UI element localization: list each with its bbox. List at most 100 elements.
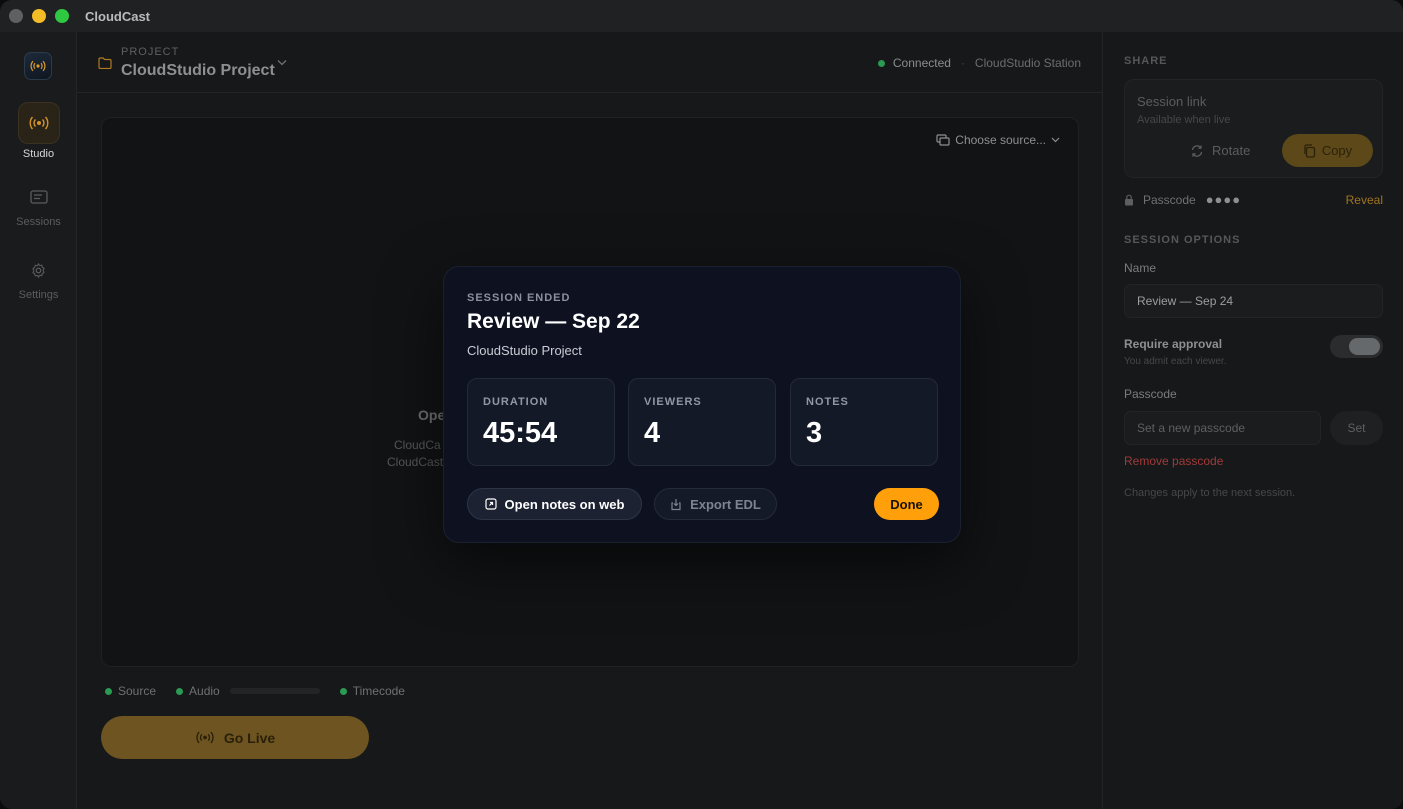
copy-icon: [1304, 143, 1315, 158]
sidebar-item-settings[interactable]: Settings: [0, 255, 77, 301]
sidebar-item-sessions[interactable]: Sessions: [0, 182, 77, 228]
app-title: CloudCast: [85, 9, 150, 24]
status-indicators: Source Audio Timecode: [105, 684, 405, 698]
require-approval-subtitle: You admit each viewer.: [1124, 356, 1227, 367]
status-dot: [176, 687, 184, 695]
separator: ·: [960, 56, 965, 70]
chevron-down-icon: [1051, 137, 1060, 143]
rotate-label: Rotate: [1212, 143, 1251, 158]
session-link-title: Session link: [1137, 94, 1207, 109]
sidebar-item-label: Settings: [18, 289, 59, 301]
passcode-label: Passcode: [1143, 192, 1196, 207]
export-edl-label: Export EDL: [690, 496, 761, 512]
app-logo: [24, 52, 52, 80]
chevron-down-icon[interactable]: [277, 59, 287, 66]
duration-stat-card: DURATION 45:54: [467, 378, 615, 466]
require-approval-title: Require approval: [1124, 337, 1223, 351]
set-passcode-button[interactable]: Set: [1330, 411, 1383, 445]
done-label: Done: [890, 496, 923, 512]
project-eyebrow: PROJECT: [121, 46, 180, 58]
open-notes-on-web-button[interactable]: Open notes on web: [467, 488, 642, 520]
notes-stat-card: NOTES 3: [790, 378, 938, 466]
passcode-placeholder: Set a new passcode: [1137, 421, 1246, 435]
done-button[interactable]: Done: [874, 488, 939, 520]
title-bar: CloudCast: [0, 0, 1403, 32]
session-name-value: Review — Sep 24: [1137, 294, 1234, 308]
broadcast-logo-icon: [30, 60, 46, 72]
lock-icon: [1125, 194, 1133, 205]
sidebar: Studio Sessions Settings: [0, 32, 77, 809]
preview-empty-line: CloudCast: [387, 455, 444, 469]
remove-passcode-link[interactable]: Remove passcode: [1124, 454, 1223, 468]
set-label: Set: [1347, 421, 1366, 435]
session-name-input[interactable]: Review — Sep 24: [1124, 284, 1383, 318]
external-link-icon: [484, 498, 497, 510]
sidebar-item-studio[interactable]: Studio: [0, 102, 77, 160]
passcode-mask: ●●●●: [1205, 192, 1242, 207]
timecode-indicator: Timecode: [339, 684, 405, 698]
connection-status: Connected · CloudStudio Station: [877, 56, 1081, 70]
project-selector[interactable]: CloudStudio Project: [121, 62, 275, 80]
stat-value: 45:54: [483, 417, 558, 449]
stat-value: 3: [806, 417, 823, 449]
source-indicator: Source: [105, 684, 156, 698]
passcode-row: Passcode ●●●● Reveal: [1124, 192, 1383, 207]
preview-empty-title: Ope: [418, 407, 446, 423]
choose-source-button[interactable]: Choose source...: [936, 133, 1060, 147]
dialog-subtitle: CloudStudio Project: [467, 343, 582, 358]
preview-empty-line: CloudCa: [394, 438, 441, 452]
stat-value: 4: [644, 417, 661, 449]
session-ended-dialog: SESSION ENDED Review — Sep 22 CloudStudi…: [443, 266, 961, 543]
changes-note: Changes apply to the next session.: [1124, 487, 1296, 499]
sidebar-item-label: Sessions: [16, 216, 61, 228]
require-approval-toggle[interactable]: [1330, 335, 1383, 358]
status-dot: [339, 687, 347, 695]
stat-label: VIEWERS: [644, 396, 702, 408]
connected-dot: [877, 59, 885, 67]
open-notes-label: Open notes on web: [504, 496, 625, 512]
rotate-button[interactable]: Rotate: [1190, 143, 1250, 158]
project-header: PROJECT CloudStudio Project Connected · …: [77, 32, 1102, 93]
right-panel: SHARE Session link Available when live R…: [1102, 32, 1403, 809]
sessions-icon: [29, 190, 48, 204]
gear-icon: [32, 262, 45, 278]
dialog-eyebrow: SESSION ENDED: [467, 292, 571, 304]
copy-button[interactable]: Copy: [1282, 134, 1373, 167]
windows-icon: [936, 134, 950, 146]
timecode-label: Timecode: [352, 684, 405, 698]
name-label: Name: [1124, 261, 1157, 275]
maximize-window-button[interactable]: [55, 9, 69, 23]
stat-label: NOTES: [806, 396, 849, 408]
go-live-label: Go Live: [223, 729, 276, 746]
connection-status-text: Connected: [892, 56, 951, 70]
refresh-icon: [1191, 144, 1203, 157]
choose-source-label: Choose source...: [955, 133, 1046, 147]
export-edl-button[interactable]: Export EDL: [654, 488, 777, 520]
source-label: Source: [118, 684, 157, 698]
reveal-link[interactable]: Reveal: [1346, 193, 1383, 207]
share-section-title: SHARE: [1124, 55, 1168, 67]
broadcast-icon: [29, 116, 48, 130]
passcode-field-label: Passcode: [1124, 387, 1177, 401]
folder-icon: [98, 57, 112, 69]
session-link-card: Session link Available when live Rotate …: [1124, 79, 1383, 178]
sidebar-item-label: Studio: [22, 148, 55, 160]
broadcast-icon: [196, 731, 214, 744]
close-window-button[interactable]: [9, 9, 23, 23]
minimize-window-button[interactable]: [32, 9, 46, 23]
toggle-knob: [1349, 338, 1380, 355]
new-passcode-input[interactable]: Set a new passcode: [1124, 411, 1321, 445]
app-window: CloudCast Studio Sessions Settings PROJE…: [0, 0, 1403, 809]
stat-label: DURATION: [483, 396, 549, 408]
go-live-button[interactable]: Go Live: [101, 716, 369, 759]
station-name: CloudStudio Station: [974, 56, 1081, 70]
audio-label: Audio: [189, 684, 220, 698]
export-icon: [671, 498, 681, 510]
session-options-title: SESSION OPTIONS: [1124, 234, 1241, 246]
dialog-title: Review — Sep 22: [467, 310, 640, 333]
audio-meter: [229, 688, 320, 694]
viewers-stat-card: VIEWERS 4: [628, 378, 776, 466]
audio-indicator: Audio: [176, 684, 220, 698]
copy-label: Copy: [1321, 143, 1353, 158]
session-link-subtitle: Available when live: [1137, 114, 1231, 126]
